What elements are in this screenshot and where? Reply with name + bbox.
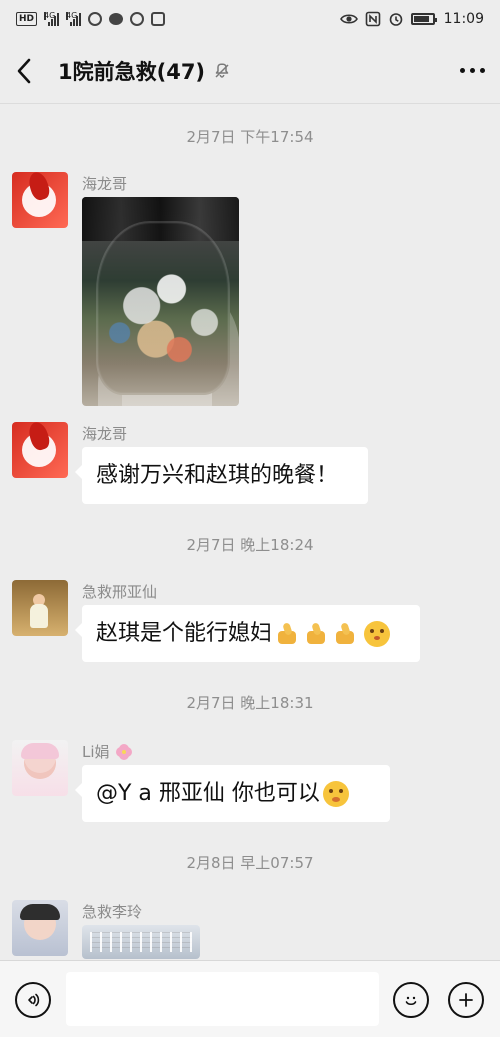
sender-name: 海龙哥: [82, 425, 128, 443]
message-item: 急救李玲: [12, 900, 482, 959]
avatar[interactable]: [12, 740, 68, 796]
signal-icon-2: 4G: [66, 11, 82, 26]
more-button[interactable]: [444, 38, 500, 104]
battery-level: [413, 16, 430, 22]
plus-icon: [459, 993, 473, 1007]
more-icon: [459, 68, 485, 73]
message-body: Li娟 @Y a 邢亚仙 你也可以: [75, 740, 390, 822]
message-bubble[interactable]: @Y a 邢亚仙 你也可以: [75, 765, 390, 822]
status-right: 11:09: [339, 11, 484, 27]
battery-icon: [410, 13, 437, 25]
sender-name: Li娟: [82, 741, 390, 762]
voice-button[interactable]: [15, 982, 51, 1018]
input-bar: [0, 960, 500, 1037]
time-divider: 2月7日 晚上18:24: [186, 536, 314, 554]
message-body: 急救邢亚仙 赵琪是个能行媳妇: [75, 580, 420, 662]
app-icon: [151, 12, 166, 26]
status-time: 11:09: [443, 11, 484, 27]
chat-header: 1院前急救(47): [0, 38, 500, 104]
emoji-icon: [405, 996, 417, 1006]
title-wrap: 1院前急救(47): [58, 56, 231, 86]
mute-icon: [215, 62, 229, 78]
woozy-face-icon: [322, 780, 349, 807]
time-divider: 2月7日 晚上18:31: [186, 694, 314, 712]
status-left: HD 4G 4G: [16, 11, 166, 26]
eye-icon: [339, 14, 358, 24]
avatar[interactable]: [12, 422, 68, 478]
signal-icon-1: 4G: [44, 11, 60, 26]
message-body: 海龙哥: [82, 172, 239, 406]
avatar[interactable]: [12, 172, 68, 228]
time-divider: 2月7日 下午17:54: [186, 128, 314, 146]
shared-photo[interactable]: [82, 197, 239, 406]
message-text: @Y a 邢亚仙 你也可以: [96, 780, 320, 806]
alarm-icon: [389, 13, 402, 26]
hd-badge: HD: [16, 12, 38, 26]
voice-icon: [28, 993, 40, 1007]
shared-photo[interactable]: [82, 925, 200, 959]
thumbs-up-icon: [274, 621, 300, 647]
message-bubble[interactable]: 赵琪是个能行媳妇: [75, 605, 420, 662]
flower-icon: [117, 745, 131, 759]
network-label-2: 4G: [66, 11, 78, 20]
message-bubble[interactable]: 感谢万兴和赵琪的晚餐！: [75, 447, 368, 504]
chat-icon: [109, 13, 124, 25]
message-body: 海龙哥 感谢万兴和赵琪的晚餐！: [75, 422, 368, 504]
avatar[interactable]: [12, 580, 68, 636]
message-input[interactable]: [66, 972, 379, 1026]
message-body: 急救李玲: [82, 900, 200, 959]
emoji-button[interactable]: [393, 982, 429, 1018]
back-icon: [17, 58, 31, 83]
sender-name: 急救邢亚仙: [82, 583, 158, 601]
thumbs-up-icon: [332, 621, 358, 647]
thumbs-up-icon: [303, 621, 329, 647]
photo-icon: [130, 12, 145, 26]
sender-name: 海龙哥: [82, 175, 128, 193]
nfc-icon: [365, 11, 380, 27]
back-button[interactable]: [0, 38, 48, 104]
message-item: 海龙哥 感谢万兴和赵琪的晚餐！: [12, 422, 482, 504]
sender-name-text: Li娟: [82, 743, 110, 761]
emoji-group: [274, 620, 391, 647]
message-item: 急救邢亚仙 赵琪是个能行媳妇: [12, 580, 482, 662]
message-item: Li娟 @Y a 邢亚仙 你也可以: [12, 740, 482, 822]
sender-name: 急救李玲: [82, 903, 143, 921]
chat-list[interactable]: 2月7日 下午17:54 海龙哥 海龙哥 感谢万兴和赵琪的晚餐！ 2月7日 晚上…: [0, 104, 500, 960]
message-item: 海龙哥: [12, 172, 482, 406]
network-label-1: 4G: [44, 11, 56, 20]
message-text: 赵琪是个能行媳妇: [96, 620, 273, 646]
globe-icon: [88, 12, 103, 26]
kiss-face-icon: [364, 620, 391, 647]
message-text: 感谢万兴和赵琪的晚餐！: [96, 462, 339, 488]
page-title: 1院前急救(47): [58, 59, 206, 84]
avatar[interactable]: [12, 900, 68, 956]
plus-button[interactable]: [448, 982, 484, 1018]
status-bar: HD 4G 4G 11:09: [0, 0, 500, 38]
time-divider: 2月8日 早上07:57: [186, 854, 314, 872]
